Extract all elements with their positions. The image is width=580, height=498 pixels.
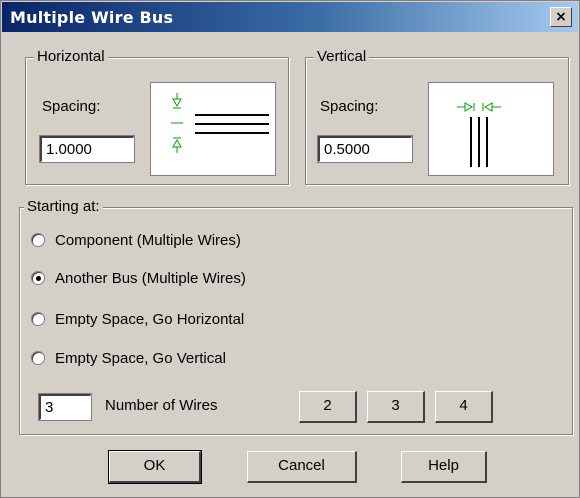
- horizontal-spacing-preview: [150, 82, 276, 176]
- horizontal-spacing-label: Spacing:: [42, 98, 101, 115]
- horizontal-spacing-diagram: [171, 93, 269, 153]
- radio-label: Another Bus (Multiple Wires): [55, 269, 246, 287]
- radio-option-empty-horizontal[interactable]: Empty Space, Go Horizontal: [31, 308, 244, 330]
- vertical-legend: Vertical: [314, 48, 370, 65]
- radio-label: Empty Space, Go Horizontal: [55, 310, 245, 328]
- vertical-spacing-diagram: [457, 102, 501, 167]
- cancel-button[interactable]: Cancel: [247, 451, 357, 483]
- radio-option-component[interactable]: Component (Multiple Wires): [31, 229, 241, 251]
- horizontal-spacing-input[interactable]: 1.0000: [39, 135, 135, 163]
- radio-option-empty-vertical[interactable]: Empty Space, Go Vertical: [31, 347, 226, 369]
- radio-button[interactable]: [31, 312, 45, 326]
- vertical-spacing-input[interactable]: 0.5000: [317, 135, 413, 163]
- number-of-wires-input[interactable]: 3: [38, 393, 92, 421]
- number-of-wires-label: Number of Wires: [105, 397, 218, 414]
- close-button[interactable]: ×: [550, 7, 572, 27]
- radio-button[interactable]: [31, 233, 45, 247]
- wires-3-button[interactable]: 3: [367, 391, 425, 423]
- ok-button[interactable]: OK: [108, 450, 202, 484]
- radio-button[interactable]: [31, 351, 45, 365]
- radio-option-another-bus[interactable]: Another Bus (Multiple Wires): [31, 267, 246, 289]
- window-title: Multiple Wire Bus: [10, 8, 174, 27]
- radio-label: Empty Space, Go Vertical: [55, 349, 226, 367]
- wires-2-button[interactable]: 2: [299, 391, 357, 423]
- radio-label: Component (Multiple Wires): [55, 231, 241, 249]
- vertical-spacing-preview: [428, 82, 554, 176]
- wires-4-button[interactable]: 4: [435, 391, 493, 423]
- vertical-group: Vertical Spacing: 0.5000: [305, 48, 569, 185]
- horizontal-legend: Horizontal: [34, 48, 108, 65]
- help-button[interactable]: Help: [401, 451, 487, 483]
- radio-button-selected[interactable]: [31, 271, 45, 285]
- dialog-window: Multiple Wire Bus × Horizontal Spacing: …: [0, 0, 580, 498]
- starting-at-legend: Starting at:: [24, 198, 103, 215]
- vertical-spacing-label: Spacing:: [320, 98, 379, 115]
- title-bar[interactable]: Multiple Wire Bus ×: [2, 2, 578, 32]
- horizontal-group: Horizontal Spacing: 1.0000: [25, 48, 289, 185]
